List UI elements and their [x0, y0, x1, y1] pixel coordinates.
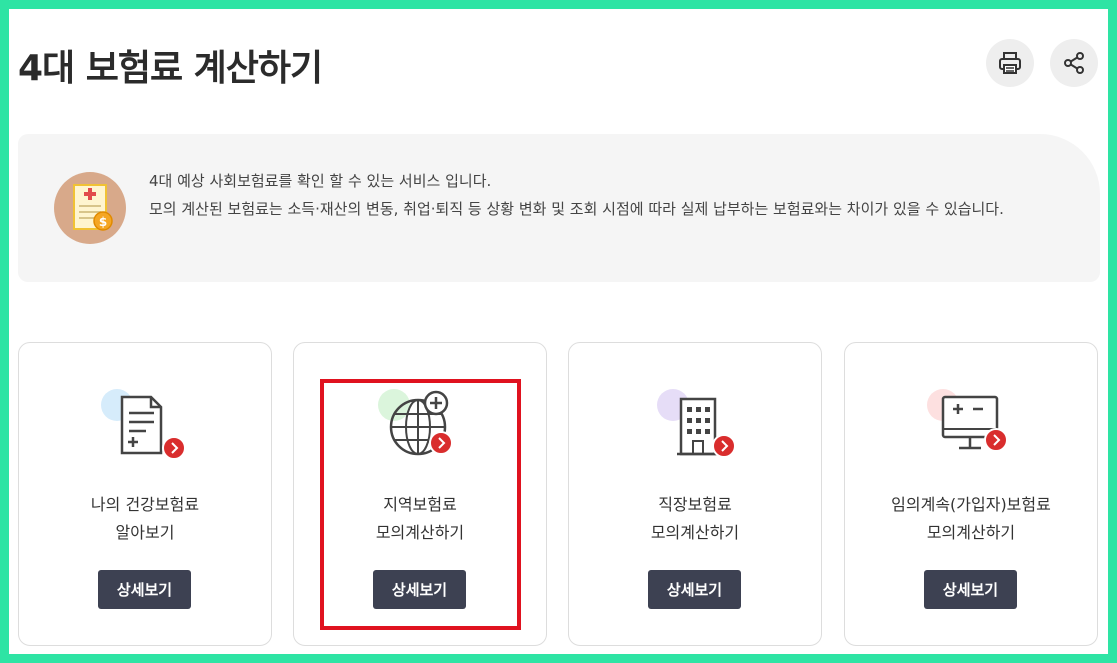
insurance-document-icon: $	[54, 172, 126, 244]
svg-text:$: $	[99, 215, 107, 229]
monitor-calc-icon	[927, 383, 1017, 463]
globe-plus-icon	[376, 383, 466, 463]
card-title: 지역보험료 모의계산하기	[294, 491, 546, 547]
card-regional-insurance[interactable]: 지역보험료 모의계산하기 상세보기	[293, 342, 547, 646]
card-health-insurance[interactable]: 나의 건강보험료 알아보기 상세보기	[18, 342, 272, 646]
card-title: 직장보험료 모의계산하기	[569, 491, 821, 547]
info-line-1: 4대 예상 사회보험료를 확인 할 수 있는 서비스 입니다.	[149, 172, 492, 190]
detail-button[interactable]: 상세보기	[373, 570, 466, 609]
card-title-line: 직장보험료	[658, 495, 732, 514]
card-title-line: 임의계속(가입자)보험료	[891, 495, 1051, 514]
info-box: $ 4대 예상 사회보험료를 확인 할 수 있는 서비스 입니다. 모의 계산된…	[18, 134, 1100, 282]
print-icon	[999, 52, 1021, 74]
card-title-line: 나의 건강보험료	[90, 495, 200, 514]
card-title-line: 모의계산하기	[926, 523, 1016, 542]
info-text: 4대 예상 사회보험료를 확인 할 수 있는 서비스 입니다. 모의 계산된 보…	[149, 167, 1064, 223]
card-continuation-insurance[interactable]: 임의계속(가입자)보험료 모의계산하기 상세보기	[844, 342, 1098, 646]
print-button[interactable]	[986, 39, 1034, 87]
card-title-line: 모의계산하기	[650, 523, 740, 542]
card-title-line: 알아보기	[115, 523, 175, 542]
page-frame: 4대 보험료 계산하기 $ 4대 예상 사회보험료를 확인 할 수 있는 서비스…	[9, 9, 1108, 654]
detail-button[interactable]: 상세보기	[648, 570, 741, 609]
card-title: 나의 건강보험료 알아보기	[19, 491, 271, 547]
card-title-line: 모의계산하기	[375, 523, 465, 542]
building-icon	[651, 383, 741, 463]
card-workplace-insurance[interactable]: 직장보험료 모의계산하기 상세보기	[568, 342, 822, 646]
card-title-line: 지역보험료	[383, 495, 457, 514]
share-icon	[1064, 52, 1084, 74]
page-title: 4대 보험료 계산하기	[18, 48, 323, 89]
document-plus-icon	[101, 383, 191, 463]
share-button[interactable]	[1050, 39, 1098, 87]
info-line-2: 모의 계산된 보험료는 소득·재산의 변동, 취업·퇴직 등 상황 변화 및 조…	[149, 200, 1004, 218]
detail-button[interactable]: 상세보기	[98, 570, 191, 609]
detail-button[interactable]: 상세보기	[924, 570, 1017, 609]
card-title: 임의계속(가입자)보험료 모의계산하기	[845, 491, 1097, 547]
